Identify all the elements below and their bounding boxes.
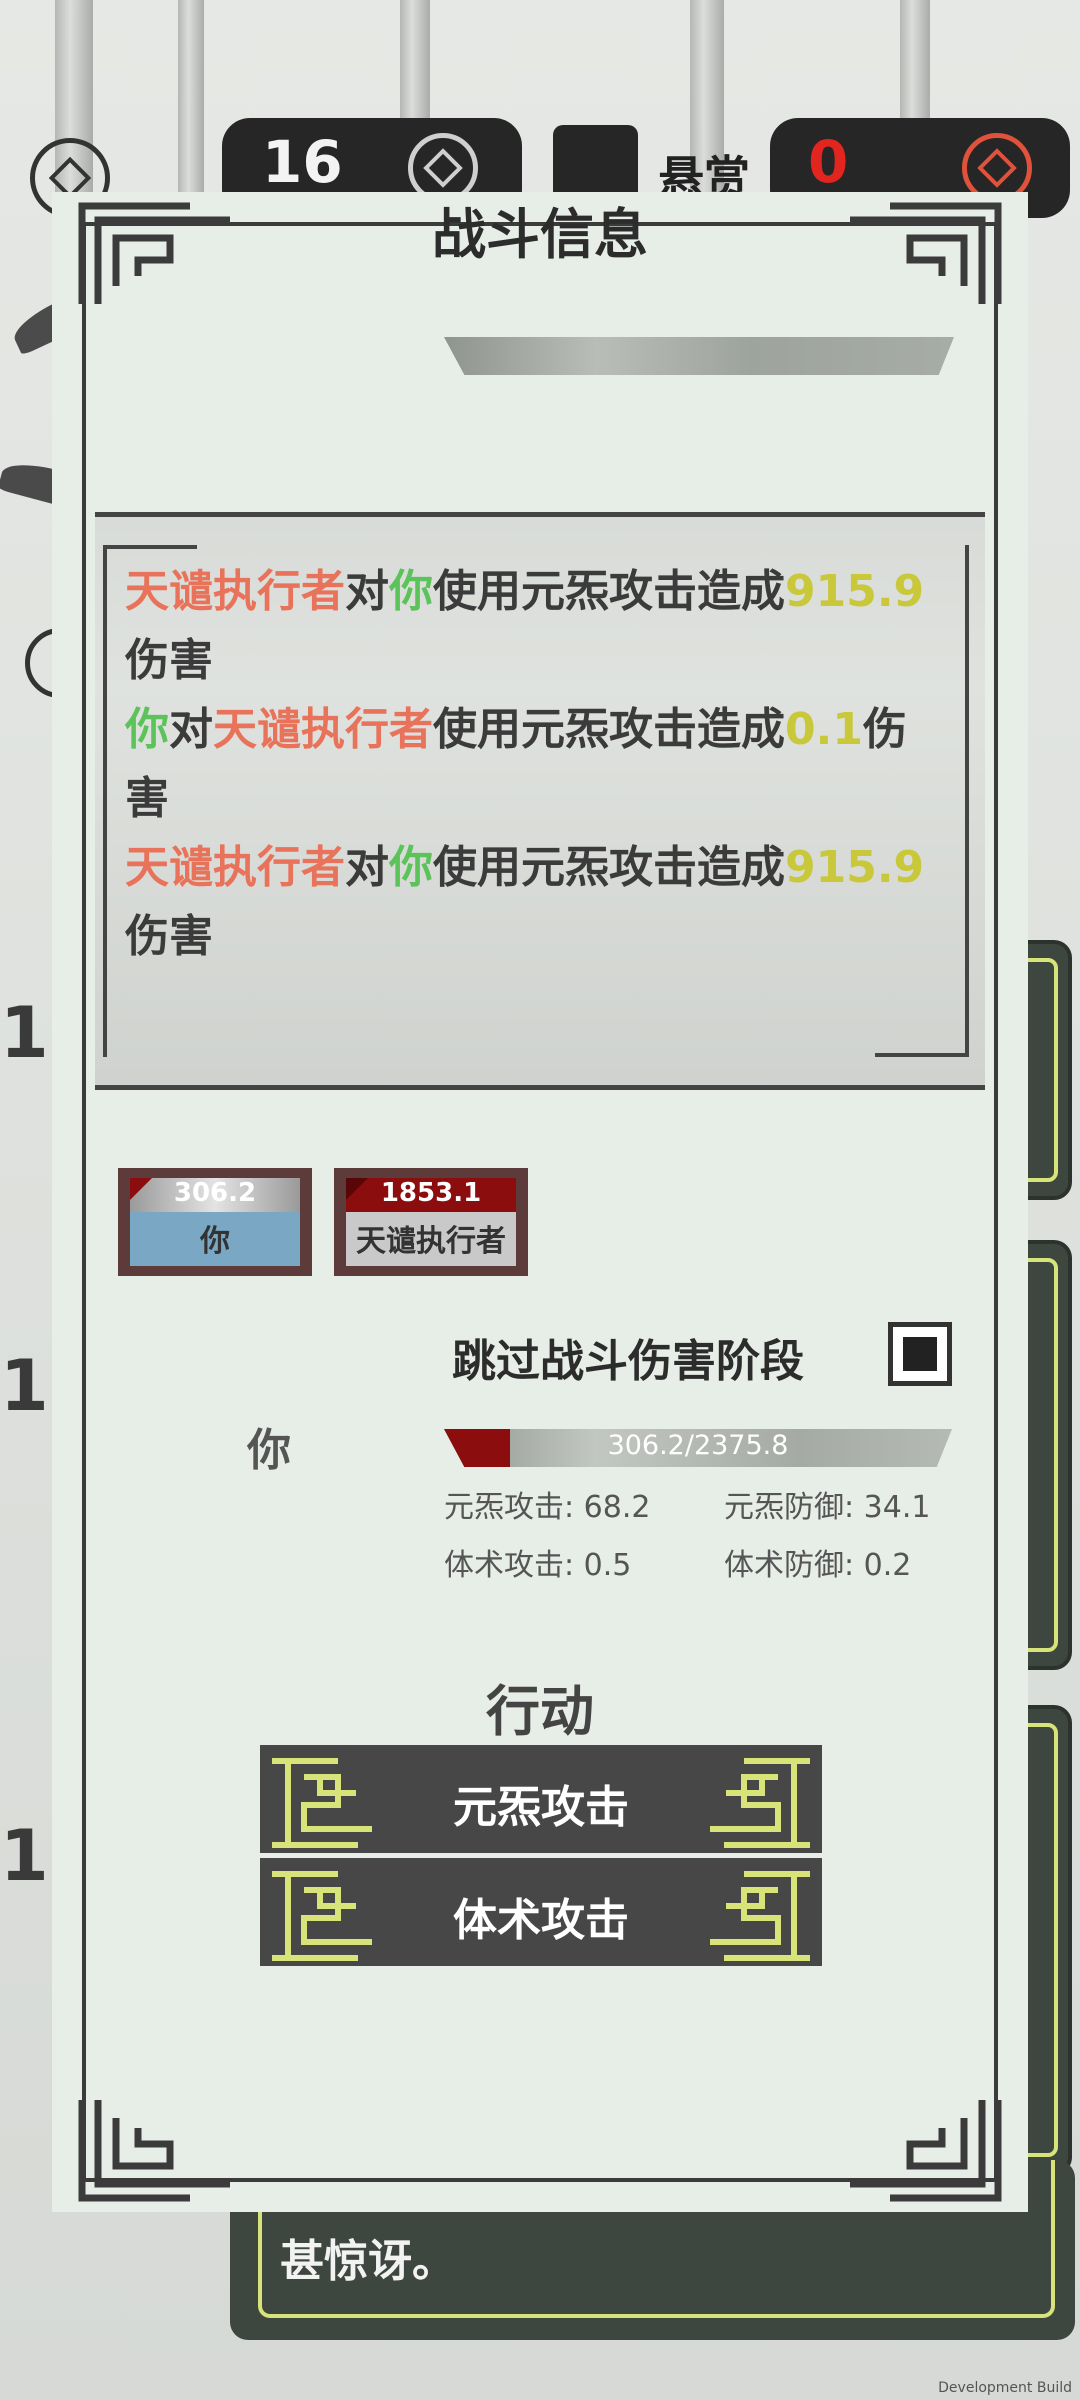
hp-bar-text: 306.2/2375.8 (607, 1430, 789, 1461)
stat-qi-defense: 元炁防御: 34.1 (724, 1490, 931, 1525)
log-connector: 对 (345, 566, 389, 617)
bounty-count: 0 (808, 128, 849, 196)
log-suffix: 伤害 (125, 635, 213, 686)
currency-count: 16 (262, 128, 343, 196)
combatant-hp: 306.2 (130, 1178, 300, 1212)
log-action: 使用元炁攻击造成 (433, 566, 785, 617)
combatant-tag-enemy[interactable]: 1853.1 天谴执行者 (334, 1168, 528, 1276)
log-target: 你 (389, 566, 433, 617)
corner-ornament-icon (70, 2094, 235, 2204)
dev-build-label: Development Build (938, 2380, 1072, 2396)
corner-ornament-icon (845, 2094, 1010, 2204)
ink-brush-bar (444, 337, 954, 375)
log-action: 使用元炁攻击造成 (433, 842, 785, 893)
log-entry: 你对天谴执行者使用元炁攻击造成0.1伤害 (125, 695, 945, 833)
battle-info-dialog: 战斗信息 天谴执行者对你使用元炁攻击造成915.9伤害 你对天谴执行者使用元炁攻… (52, 192, 1028, 2212)
body-attack-label: 体术攻击 (453, 1895, 629, 1946)
log-connector: 对 (169, 704, 213, 755)
body-attack-button[interactable]: 体术攻击 (260, 1858, 822, 1966)
log-damage: 915.9 (785, 566, 925, 617)
skip-damage-label: 跳过战斗伤害阶段 (452, 1336, 804, 1387)
battle-log-lines: 天谴执行者对你使用元炁攻击造成915.9伤害 你对天谴执行者使用元炁攻击造成0.… (125, 557, 945, 971)
log-suffix: 伤害 (125, 911, 213, 962)
log-attacker: 天谴执行者 (125, 842, 345, 893)
log-attacker: 你 (125, 704, 169, 755)
action-title: 行动 (486, 1680, 594, 1743)
qi-attack-label: 元炁攻击 (453, 1782, 629, 1833)
stats-name: 你 (247, 1425, 291, 1476)
skip-damage-checkbox[interactable] (888, 1322, 952, 1386)
battle-log[interactable]: 天谴执行者对你使用元炁攻击造成915.9伤害 你对天谴执行者使用元炁攻击造成0.… (95, 512, 985, 1090)
log-attacker: 天谴执行者 (125, 566, 345, 617)
log-action: 使用元炁攻击造成 (433, 704, 785, 755)
stat-qi-attack: 元炁攻击: 68.2 (444, 1490, 651, 1525)
combatant-hp: 1853.1 (346, 1178, 516, 1212)
combatant-name: 你 (200, 1224, 230, 1259)
log-entry: 天谴执行者对你使用元炁攻击造成915.9 伤害 (125, 557, 945, 695)
combatant-hp-value: 306.2 (173, 1178, 257, 1208)
combatant-tag-you[interactable]: 306.2 你 (118, 1168, 312, 1276)
qi-attack-button[interactable]: 元炁攻击 (260, 1745, 822, 1853)
log-target: 你 (389, 842, 433, 893)
combatant-name: 天谴执行者 (356, 1224, 506, 1259)
dialogue-text: 甚惊讶。 (280, 2236, 456, 2287)
log-connector: 对 (345, 842, 389, 893)
combatant-hp-value: 1853.1 (380, 1178, 482, 1208)
stat-body-defense: 体术防御: 0.2 (724, 1548, 912, 1583)
dialog-title: 战斗信息 (432, 203, 648, 266)
stat-body-attack: 体术攻击: 0.5 (444, 1548, 632, 1583)
log-target: 天谴执行者 (213, 704, 433, 755)
log-damage: 0.1 (785, 704, 863, 755)
hp-bar: 306.2/2375.8 (444, 1429, 952, 1467)
log-entry: 天谴执行者对你使用元炁攻击造成915.9 伤害 (125, 833, 945, 971)
log-damage: 915.9 (785, 842, 925, 893)
